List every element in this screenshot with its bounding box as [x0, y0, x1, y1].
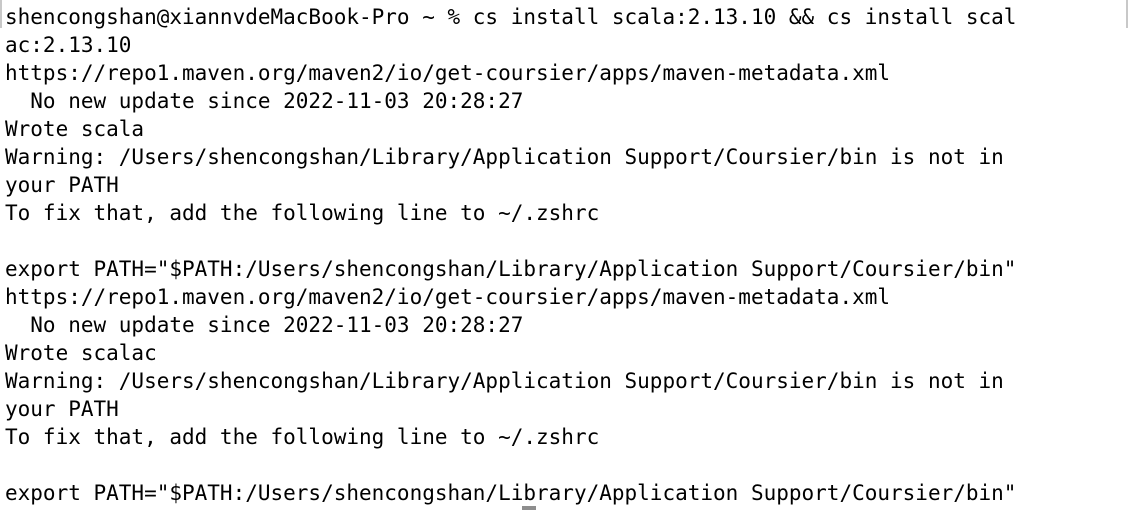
terminal-window[interactable]: shencongshan@xiannvdeMacBook-Pro ~ % cs … [0, 0, 1128, 510]
text-cursor [522, 506, 536, 510]
warning-line: your PATH [5, 173, 119, 197]
warning-line: Warning: /Users/shencongshan/Library/App… [5, 145, 1004, 169]
output-line: To fix that, add the following line to ~… [5, 425, 600, 449]
command-line: shencongshan@xiannvdeMacBook-Pro ~ % cs … [5, 5, 1017, 29]
terminal-output: shencongshan@xiannvdeMacBook-Pro ~ % cs … [5, 3, 1128, 507]
output-line: To fix that, add the following line to ~… [5, 201, 600, 225]
output-line: Wrote scala [5, 117, 145, 141]
command-line-continuation: ac:2.13.10 [5, 33, 132, 57]
output-line: Wrote scalac [5, 341, 157, 365]
export-line: export PATH="$PATH:/Users/shencongshan/L… [5, 257, 1017, 281]
warning-line: your PATH [5, 397, 119, 421]
output-line: https://repo1.maven.org/maven2/io/get-co… [5, 61, 891, 85]
output-line: https://repo1.maven.org/maven2/io/get-co… [5, 285, 891, 309]
output-line: No new update since 2022-11-03 20:28:27 [5, 313, 524, 337]
output-line: No new update since 2022-11-03 20:28:27 [5, 89, 524, 113]
selection-edge-left [0, 0, 2, 28]
export-line: export PATH="$PATH:/Users/shencongshan/L… [5, 481, 1017, 505]
warning-line: Warning: /Users/shencongshan/Library/App… [5, 369, 1004, 393]
